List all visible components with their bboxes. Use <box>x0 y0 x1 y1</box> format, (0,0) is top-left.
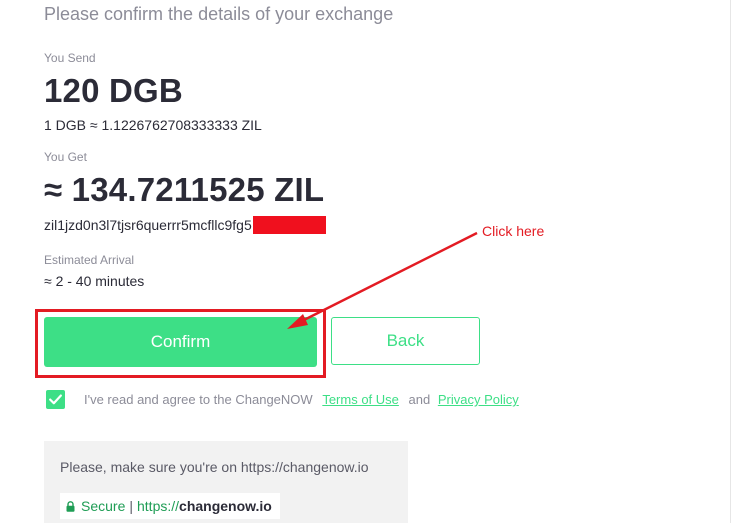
confirm-button[interactable]: Confirm <box>44 317 317 367</box>
check-icon <box>49 394 62 405</box>
secure-url-badge: Secure | https:// changenow.io <box>60 493 280 519</box>
exchange-confirmation-page: Please confirm the details of your excha… <box>0 0 738 523</box>
url-protocol: https:// <box>137 498 180 514</box>
agreement-text: I've read and agree to the ChangeNOW Ter… <box>84 392 519 407</box>
agree-checkbox[interactable] <box>46 390 65 409</box>
url-separator: | <box>129 498 133 514</box>
agreement-and: and <box>408 392 431 407</box>
agreement-prefix: I've read and agree to the ChangeNOW <box>84 392 313 407</box>
lock-icon <box>66 500 75 512</box>
you-get-label: You Get <box>44 150 87 164</box>
estimated-arrival-label: Estimated Arrival <box>44 253 135 267</box>
url-domain: changenow.io <box>179 498 272 514</box>
back-button[interactable]: Back <box>331 317 480 365</box>
annotation-click-here: Click here <box>482 223 545 239</box>
secure-label: Secure <box>81 498 126 514</box>
send-amount: 120 DGB <box>44 72 183 109</box>
redaction-block <box>252 216 326 234</box>
terms-of-use-link[interactable]: Terms of Use <box>322 392 399 407</box>
secure-site-notice: Please, make sure you're on https://chan… <box>44 441 408 523</box>
page-title: Please confirm the details of your excha… <box>44 4 394 24</box>
recipient-address-text: zil1jzd0n3l7tjsr6querrr5mcfllc9fg5 <box>44 217 252 233</box>
recipient-address: zil1jzd0n3l7tjsr6querrr5mcfllc9fg5 <box>44 216 326 234</box>
estimated-arrival-value: ≈ 2 - 40 minutes <box>44 273 145 289</box>
get-amount: ≈ 134.7211525 ZIL <box>44 171 325 208</box>
you-send-label: You Send <box>44 51 96 65</box>
secure-site-note: Please, make sure you're on https://chan… <box>60 459 369 475</box>
exchange-rate: 1 DGB ≈ 1.1226762708333333 ZIL <box>44 117 262 133</box>
privacy-policy-link[interactable]: Privacy Policy <box>438 392 519 407</box>
panel-divider <box>730 0 731 523</box>
